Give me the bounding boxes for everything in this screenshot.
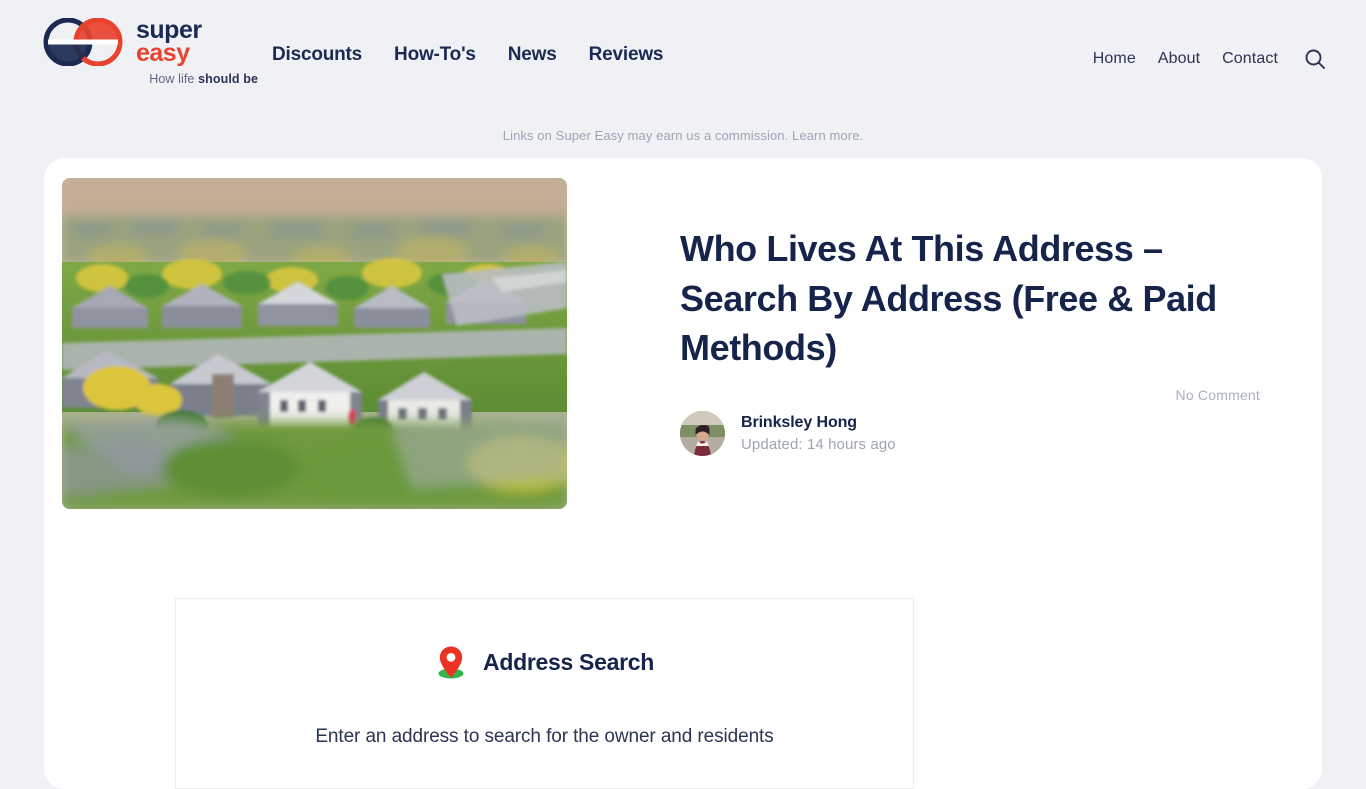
hero-image	[62, 178, 567, 509]
map-pin-icon	[438, 646, 464, 679]
byline-text: Brinksley Hong Updated: 14 hours ago	[741, 414, 896, 453]
brand-tagline-prefix: How life	[149, 72, 199, 86]
article-header: Who Lives At This Address – Search By Ad…	[44, 158, 1322, 509]
disclaimer-text: Links on Super Easy may earn us a commis…	[502, 128, 789, 143]
article-head-text: Who Lives At This Address – Search By Ad…	[567, 178, 1302, 509]
address-search-section: Address Search Enter an address to searc…	[44, 509, 1322, 789]
nav-item-news[interactable]: News	[508, 44, 557, 66]
brand-tagline: How life should be	[42, 72, 272, 86]
nav-item-home[interactable]: Home	[1093, 50, 1136, 68]
article-card: Who Lives At This Address – Search By Ad…	[44, 158, 1322, 789]
address-search-subtitle: Enter an address to search for the owner…	[315, 726, 774, 747]
disclaimer-learn-more-link[interactable]: Learn more.	[792, 128, 863, 143]
byline[interactable]: Brinksley Hong Updated: 14 hours ago	[680, 411, 1252, 457]
nav-item-how-tos[interactable]: How-To's	[394, 44, 476, 66]
brand-row: super easy	[42, 18, 272, 66]
page-title: Who Lives At This Address – Search By Ad…	[680, 228, 1217, 369]
address-search-header: Address Search	[176, 645, 913, 679]
utility-navigation: Home About Contact	[1093, 46, 1328, 72]
updated-timestamp: Updated: 14 hours ago	[741, 436, 896, 454]
nav-item-about[interactable]: About	[1158, 50, 1200, 68]
address-search-widget: Address Search Enter an address to searc…	[175, 598, 914, 789]
author-name[interactable]: Brinksley Hong	[741, 414, 896, 432]
nav-item-reviews[interactable]: Reviews	[589, 44, 664, 66]
search-icon	[1305, 49, 1325, 69]
affiliate-disclaimer: Links on Super Easy may earn us a commis…	[0, 110, 1366, 143]
brand-wordmark: super easy	[136, 18, 202, 67]
suburban-aerial-photo	[62, 178, 567, 509]
nav-item-discounts[interactable]: Discounts	[272, 44, 362, 66]
search-button[interactable]	[1302, 46, 1328, 72]
main-navigation: Discounts How-To's News Reviews	[272, 44, 663, 66]
address-search-title: Address Search	[483, 648, 654, 675]
avatar[interactable]	[680, 411, 725, 457]
avatar-photo	[680, 411, 725, 457]
brand-logo[interactable]: super easy How life should be	[42, 18, 272, 86]
brand-word-easy: easy	[136, 39, 190, 67]
brand-tagline-strong: should be	[198, 72, 258, 86]
nav-item-contact[interactable]: Contact	[1222, 50, 1278, 68]
comment-count[interactable]: No Comment	[1176, 387, 1260, 403]
super-easy-double-e-logo-icon	[43, 18, 123, 66]
site-header: super easy How life should be Discounts …	[0, 0, 1366, 110]
